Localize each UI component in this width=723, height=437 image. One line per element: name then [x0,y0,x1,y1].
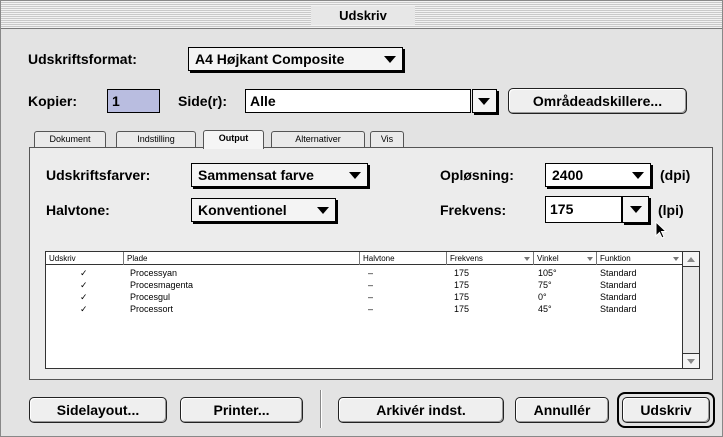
frequency-cell: 175 [454,292,470,302]
archive-settings-button[interactable]: Arkivér indst. [338,397,504,423]
function-cell: Standard [600,304,637,314]
chevron-down-icon [630,206,642,213]
table-row[interactable]: ✓ Processort – 175 45° Standard [46,304,682,315]
chevron-down-icon [524,257,530,261]
chevron-down-icon [632,172,644,179]
halftone-popup[interactable]: Konventionel [191,198,336,222]
halftone-value: Konventionel [198,202,287,218]
format-popup[interactable]: A4 Højkant Composite [188,47,403,71]
resolution-value: 2400 [552,167,584,183]
tab-indstilling[interactable]: Indstilling [116,131,196,148]
format-value: A4 Højkant Composite [195,51,345,67]
halftone-cell: – [368,292,374,302]
frequency-cell: 175 [454,280,470,290]
table-row[interactable]: ✓ Procesmagenta – 175 75° Standard [46,280,682,291]
function-cell: Standard [600,268,637,278]
pages-label: Side(r): [178,93,227,109]
print-check[interactable]: ✓ [80,304,88,315]
halftone-label: Halvtone: [46,202,110,218]
scroll-up-button[interactable] [683,252,699,267]
frequency-popup[interactable] [622,196,649,223]
col-header-function-label: Funktion [600,254,631,263]
tab-alternativer[interactable]: Alternativer [271,131,365,148]
frequency-cell: 175 [454,268,470,278]
pages-input[interactable]: Alle [245,89,471,113]
table-scrollbar[interactable] [682,252,699,368]
resolution-unit: (dpi) [660,167,691,183]
mouse-cursor-icon [655,221,668,239]
plates-table: Udskriv Plade Halvtone Frekvens Vinkel F… [45,251,700,369]
colors-value: Sammensat farve [198,167,314,183]
function-cell: Standard [600,292,637,302]
button-separator [320,390,322,428]
col-header-print[interactable]: Udskriv [46,252,124,265]
col-header-angle[interactable]: Vinkel [534,252,597,265]
copies-input[interactable]: 1 [107,89,160,113]
halftone-cell: – [368,268,374,278]
table-row[interactable]: ✓ Processyan – 175 105° Standard [46,268,682,279]
chevron-down-icon [478,98,490,105]
resolution-popup[interactable]: 2400 [545,163,651,187]
chevron-down-icon [587,257,593,261]
separators-button[interactable]: Områdeadskillere... [508,88,687,114]
scroll-down-button[interactable] [683,353,699,368]
frequency-cell: 175 [454,304,470,314]
print-dialog: Udskriv Udskriftsformat: A4 Højkant Comp… [0,0,723,437]
angle-cell: 105° [538,268,557,278]
frequency-unit: (lpi) [658,202,684,218]
halftone-cell: – [368,280,374,290]
tab-output[interactable]: Output [203,130,264,149]
chevron-down-icon [317,207,329,214]
colors-label: Udskriftsfarver: [46,167,151,183]
col-header-plate[interactable]: Plade [124,252,360,265]
plate-name: Processort [130,304,174,314]
frequency-input[interactable]: 175 [545,196,622,223]
angle-cell: 0° [538,292,547,302]
print-check[interactable]: ✓ [80,268,88,279]
chevron-down-icon [673,257,679,261]
table-header: Udskriv Plade Halvtone Frekvens Vinkel F… [46,252,682,265]
pages-popup[interactable] [472,89,497,113]
tab-dokument[interactable]: Dokument [34,131,106,148]
title-bar[interactable]: Udskriv [1,1,722,29]
tab-vis[interactable]: Vis [370,131,404,148]
print-check[interactable]: ✓ [80,292,88,303]
colors-popup[interactable]: Sammensat farve [191,163,368,187]
copies-label: Kopier: [28,93,77,109]
col-header-function[interactable]: Funktion [597,252,682,265]
angle-cell: 75° [538,280,552,290]
format-label: Udskriftsformat: [28,51,137,67]
window-title: Udskriv [311,6,415,25]
table-row[interactable]: ✓ Procesgul – 175 0° Standard [46,292,682,303]
cancel-button[interactable]: Annullér [515,397,609,423]
col-header-frequency[interactable]: Frekvens [447,252,534,265]
plate-name: Procesmagenta [130,280,194,290]
plate-name: Procesgul [130,292,171,302]
plate-name: Processyan [130,268,178,278]
col-header-halftone[interactable]: Halvtone [360,252,447,265]
angle-cell: 45° [538,304,552,314]
page-layout-button[interactable]: Sidelayout... [29,397,167,423]
arrow-up-icon [687,257,695,262]
halftone-cell: – [368,304,374,314]
chevron-down-icon [384,56,396,63]
function-cell: Standard [600,280,637,290]
arrow-down-icon [687,359,695,364]
print-check[interactable]: ✓ [80,280,88,291]
col-header-frequency-label: Frekvens [450,254,483,263]
chevron-down-icon [349,172,361,179]
frequency-label: Frekvens: [440,202,507,218]
col-header-angle-label: Vinkel [537,254,559,263]
print-button[interactable]: Udskriv [622,397,710,423]
resolution-label: Opløsning: [440,167,514,183]
printer-button[interactable]: Printer... [180,397,303,423]
